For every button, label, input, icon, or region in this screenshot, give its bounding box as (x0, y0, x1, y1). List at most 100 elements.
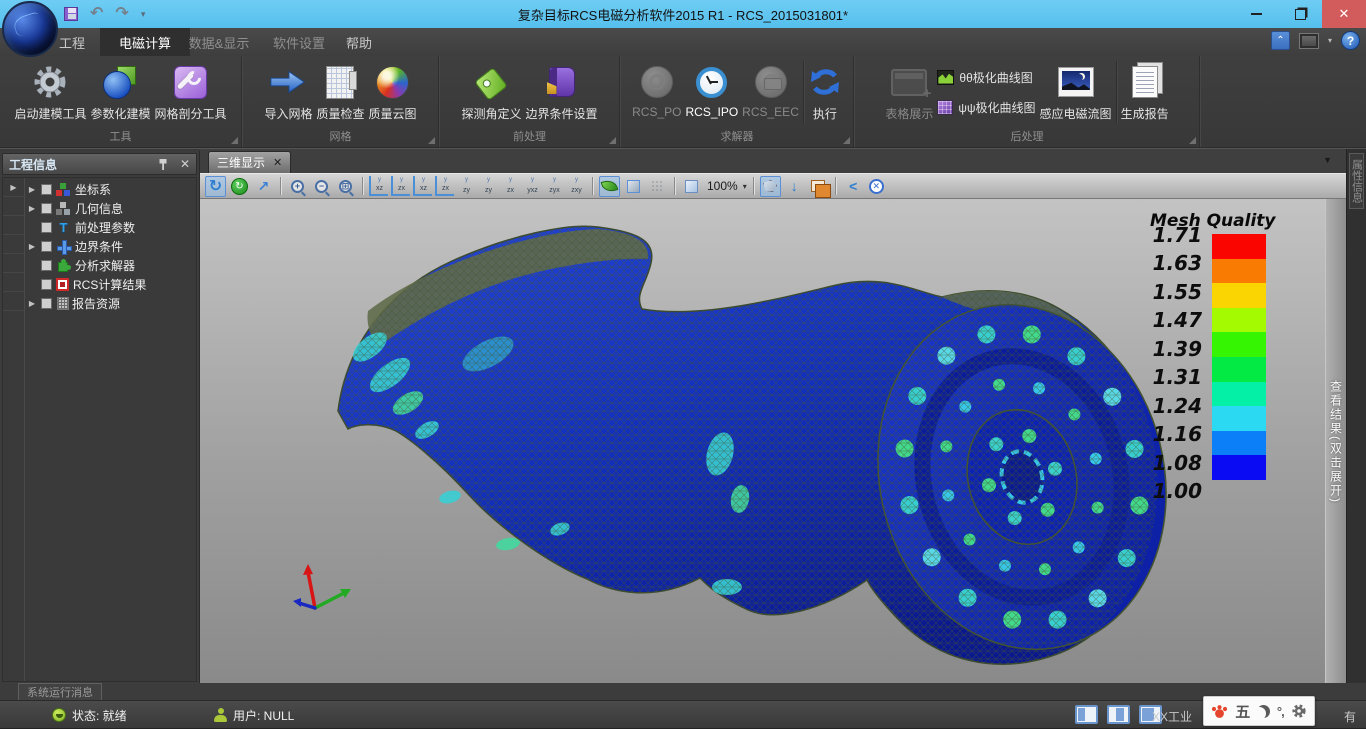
chevron-right-icon[interactable]: ▶ (27, 242, 37, 251)
ime-punctuation-icon[interactable]: °, (1277, 704, 1284, 719)
theta-polar-curve-button[interactable]: θθ极化曲线图 (937, 66, 1035, 88)
chevron-right-icon[interactable]: ▶ (27, 299, 37, 308)
group-expander-icon[interactable] (1189, 137, 1196, 144)
tab-3d-display[interactable]: 三维显示 ✕ (208, 151, 291, 173)
restore-button[interactable] (1278, 0, 1322, 28)
display-style-icon[interactable] (1299, 33, 1319, 49)
system-message-tab[interactable]: 系统运行消息 (18, 683, 102, 700)
close-tab-icon[interactable]: ✕ (273, 156, 282, 169)
checkbox[interactable] (41, 298, 52, 309)
parametric-modeling-button[interactable]: 参数化建模 (90, 58, 150, 126)
tree-item-geometry-info[interactable]: ▶ 几何信息 (27, 199, 196, 218)
minimize-button[interactable] (1234, 0, 1278, 28)
tab-bangzhu[interactable]: 帮助 (336, 28, 382, 56)
redo-icon[interactable]: ↷ (115, 6, 128, 22)
execute-button[interactable]: 执行 (808, 58, 842, 126)
grid-points-icon[interactable] (647, 176, 668, 197)
tree-item-analysis-solver[interactable]: 分析求解器 (27, 256, 196, 275)
view-preset-button[interactable]: zx (435, 176, 454, 196)
zoom-caret-icon[interactable]: ▾ (743, 182, 747, 191)
wireframe-view-icon[interactable] (623, 176, 644, 197)
save-icon[interactable] (64, 7, 78, 21)
checkbox[interactable] (41, 184, 52, 195)
display-style-caret-icon[interactable]: ▾ (1328, 36, 1332, 45)
legend-values: 1.71 1.63 1.55 1.47 1.39 1.31 1.24 1.16 … (1146, 225, 1202, 501)
view-preset-button[interactable]: zyx (545, 176, 564, 196)
tree-item-rcs-results[interactable]: RCS计算结果 (27, 275, 196, 294)
property-info-tab[interactable]: 属性信息 (1349, 153, 1364, 209)
chevron-right-icon[interactable]: ▶ (27, 204, 37, 213)
zoom-fit-icon[interactable]: ⊞ (335, 176, 356, 197)
undo-icon[interactable]: ↶ (90, 6, 103, 22)
view-preset-button[interactable]: xz (413, 176, 432, 196)
spin-refresh-icon[interactable]: ↻ (229, 176, 250, 197)
group-expander-icon[interactable] (609, 137, 616, 144)
mesh-partition-tool-button[interactable]: 网格剖分工具 (155, 58, 227, 126)
copy-window-icon[interactable] (808, 176, 829, 197)
tab-ruanjian-shezhi[interactable]: 软件设置 (262, 28, 336, 56)
view-preset-button[interactable]: zy (457, 176, 476, 196)
ribbon-group-preprocess: 探测角定义 边界条件设置 前处理 (440, 56, 620, 147)
group-expander-icon[interactable] (428, 137, 435, 144)
tree-item-coordinate-system[interactable]: ▶ 坐标系 (27, 180, 196, 199)
close-button[interactable] (1322, 0, 1366, 28)
tab-shuju-xianshi[interactable]: 数据&显示 (176, 28, 262, 56)
sphere-cube-icon (102, 60, 138, 104)
close-panel-icon[interactable]: ✕ (180, 157, 190, 171)
view-preset-button[interactable]: xz (369, 176, 388, 196)
chevron-right-icon[interactable]: ▶ (27, 185, 37, 194)
3d-canvas[interactable]: Mesh Quality 1.71 1.63 1.55 1.47 1.39 1.… (200, 199, 1346, 684)
view-results-strip[interactable]: 查看结果(双击展开) (1325, 199, 1346, 684)
view-preset-button[interactable]: zx (501, 176, 520, 196)
pin-icon[interactable] (158, 158, 168, 171)
quality-contour-button[interactable]: 质量云图 (369, 58, 417, 126)
group-expander-icon[interactable] (843, 137, 850, 144)
psi-polar-curve-button[interactable]: ψψ极化曲线图 (937, 96, 1035, 118)
import-mesh-button[interactable]: 导入网格 (264, 58, 312, 126)
view-preset-button[interactable]: zx (391, 176, 410, 196)
view-preset-button[interactable]: yxz (523, 176, 542, 196)
checkbox[interactable] (41, 279, 52, 290)
checkbox[interactable] (41, 260, 52, 271)
zoom-level-value[interactable]: 100% (707, 179, 738, 193)
boundary-condition-button[interactable]: 边界条件设置 (526, 58, 598, 126)
tree-item-boundary-conditions[interactable]: ▶ 边界条件 (27, 237, 196, 256)
checkbox[interactable] (41, 241, 52, 252)
view-preset-button[interactable]: zy (479, 176, 498, 196)
select-region-icon[interactable] (760, 176, 781, 197)
app-logo[interactable] (2, 1, 58, 57)
start-modeling-tool-button[interactable]: 启动建模工具 (14, 58, 86, 126)
rcs-ipo-button[interactable]: RCS_IPO (685, 58, 738, 126)
ime-logo-paw-icon[interactable] (1211, 704, 1228, 719)
tab-list-caret-icon[interactable]: ▼ (1323, 155, 1332, 165)
layout-center-icon[interactable] (1107, 705, 1130, 724)
share-icon[interactable]: < (842, 176, 863, 197)
tree-item-preprocess-params[interactable]: T 前处理参数 (27, 218, 196, 237)
tree-item-report-resources[interactable]: ▶ 报告资源 (27, 294, 196, 313)
mesh-quality-legend: Mesh Quality 1.71 1.63 1.55 1.47 1.39 1.… (1146, 211, 1306, 496)
generate-report-button[interactable]: 生成报告 (1121, 58, 1169, 126)
view-preset-button[interactable]: zxy (567, 176, 586, 196)
probe-angle-button[interactable]: 探测角定义 (461, 58, 521, 126)
close-circle-icon[interactable]: ✕ (866, 176, 887, 197)
ime-settings-gear-icon[interactable] (1291, 703, 1307, 719)
ime-mode-label[interactable]: 五 (1235, 701, 1250, 722)
arrow-down-icon[interactable]: ↓ (784, 176, 805, 197)
zoom-in-icon[interactable]: + (287, 176, 308, 197)
quality-check-button[interactable]: 质量检查 (316, 58, 364, 126)
zoom-out-icon[interactable]: − (311, 176, 332, 197)
ime-fullhalf-moon-icon[interactable] (1257, 705, 1270, 718)
orbit-rotate-icon[interactable]: ↻ (205, 176, 226, 197)
collapse-ribbon-icon[interactable]: ⌃ (1271, 31, 1290, 50)
help-icon[interactable]: ? (1341, 31, 1360, 50)
induced-current-map-button[interactable]: 感应电磁流图 (1040, 58, 1112, 126)
group-expander-icon[interactable] (231, 137, 238, 144)
checkbox[interactable] (41, 222, 52, 233)
zoom-box-icon[interactable] (681, 176, 702, 197)
pan-arrow-icon[interactable]: ↗ (253, 176, 274, 197)
chevron-right-icon[interactable]: ▶ (9, 183, 19, 192)
shaded-view-icon[interactable] (599, 176, 620, 197)
layout-left-icon[interactable] (1075, 705, 1098, 724)
checkbox[interactable] (41, 203, 52, 214)
qat-customize-icon[interactable]: ▾ (141, 9, 146, 20)
